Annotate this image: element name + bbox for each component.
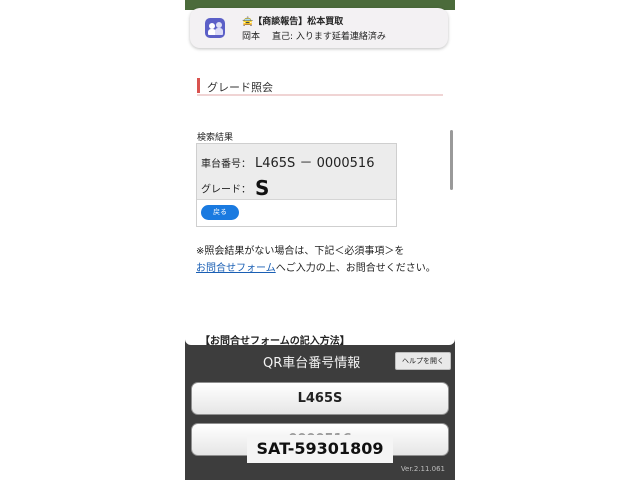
- heading-accent-bar: [197, 78, 200, 93]
- notification-title: 🚖【商談報告】松本買取: [242, 14, 343, 27]
- search-result-label: 検索結果: [197, 133, 234, 143]
- help-button[interactable]: ヘルプを開く: [395, 352, 451, 370]
- back-button[interactable]: 戻る: [201, 205, 239, 220]
- chassis-row: 車台番号： L465S － 0000516: [201, 152, 374, 171]
- section-heading: グレード照会: [197, 76, 443, 96]
- result-details: 車台番号： L465S － 0000516 グレード： S: [197, 144, 396, 200]
- notification-body: 岡本 直己: 入ります延着連絡済み: [242, 29, 386, 42]
- teams-icon: [205, 18, 225, 38]
- notification-sender: 岡本: [242, 32, 261, 42]
- note-text-before: ※照会結果がない場合は、下記＜必須事項＞を: [196, 246, 405, 257]
- qr-info-title: QR車台番号情報: [263, 356, 361, 371]
- overlay-id-label: SAT-59301809: [247, 435, 393, 463]
- notification-message: 直己: 入ります延着連絡済み: [272, 32, 386, 42]
- section-heading-text: グレード照会: [207, 81, 273, 94]
- model-field[interactable]: L465S: [191, 382, 449, 415]
- inquiry-note: ※照会結果がない場合は、下記＜必須事項＞を お問合せフォームへご入力の上、お問合せ…: [196, 243, 446, 277]
- note-text-after: へご入力の上、お問合せください。: [275, 263, 436, 274]
- phone-screen: グレード照会 検索結果 車台番号： L465S － 0000516 グレード： S …: [185, 0, 455, 480]
- inquiry-form-link[interactable]: お問合せフォーム: [196, 263, 276, 274]
- chassis-value: L465S － 0000516: [255, 156, 375, 171]
- scrollbar[interactable]: [450, 130, 453, 190]
- grade-lookup-panel: グレード照会 検索結果 車台番号： L465S － 0000516 グレード： S …: [185, 10, 455, 345]
- grade-key: グレード：: [201, 184, 251, 196]
- version-label: Ver.2.11.061: [400, 465, 445, 473]
- notification-title-text: 【商談報告】松本買取: [253, 17, 344, 27]
- grade-value: S: [255, 176, 270, 200]
- car-icon: 🚖: [242, 17, 254, 27]
- chassis-key: 車台番号：: [201, 159, 251, 170]
- notification-banner[interactable]: 🚖【商談報告】松本買取 岡本 直己: 入ります延着連絡済み: [190, 8, 448, 48]
- search-result-box: 車台番号： L465S － 0000516 グレード： S 戻る: [196, 143, 397, 227]
- how-to-heading: 【お問合せフォームの記入方法】: [200, 336, 350, 345]
- grade-row: グレード： S: [201, 176, 269, 200]
